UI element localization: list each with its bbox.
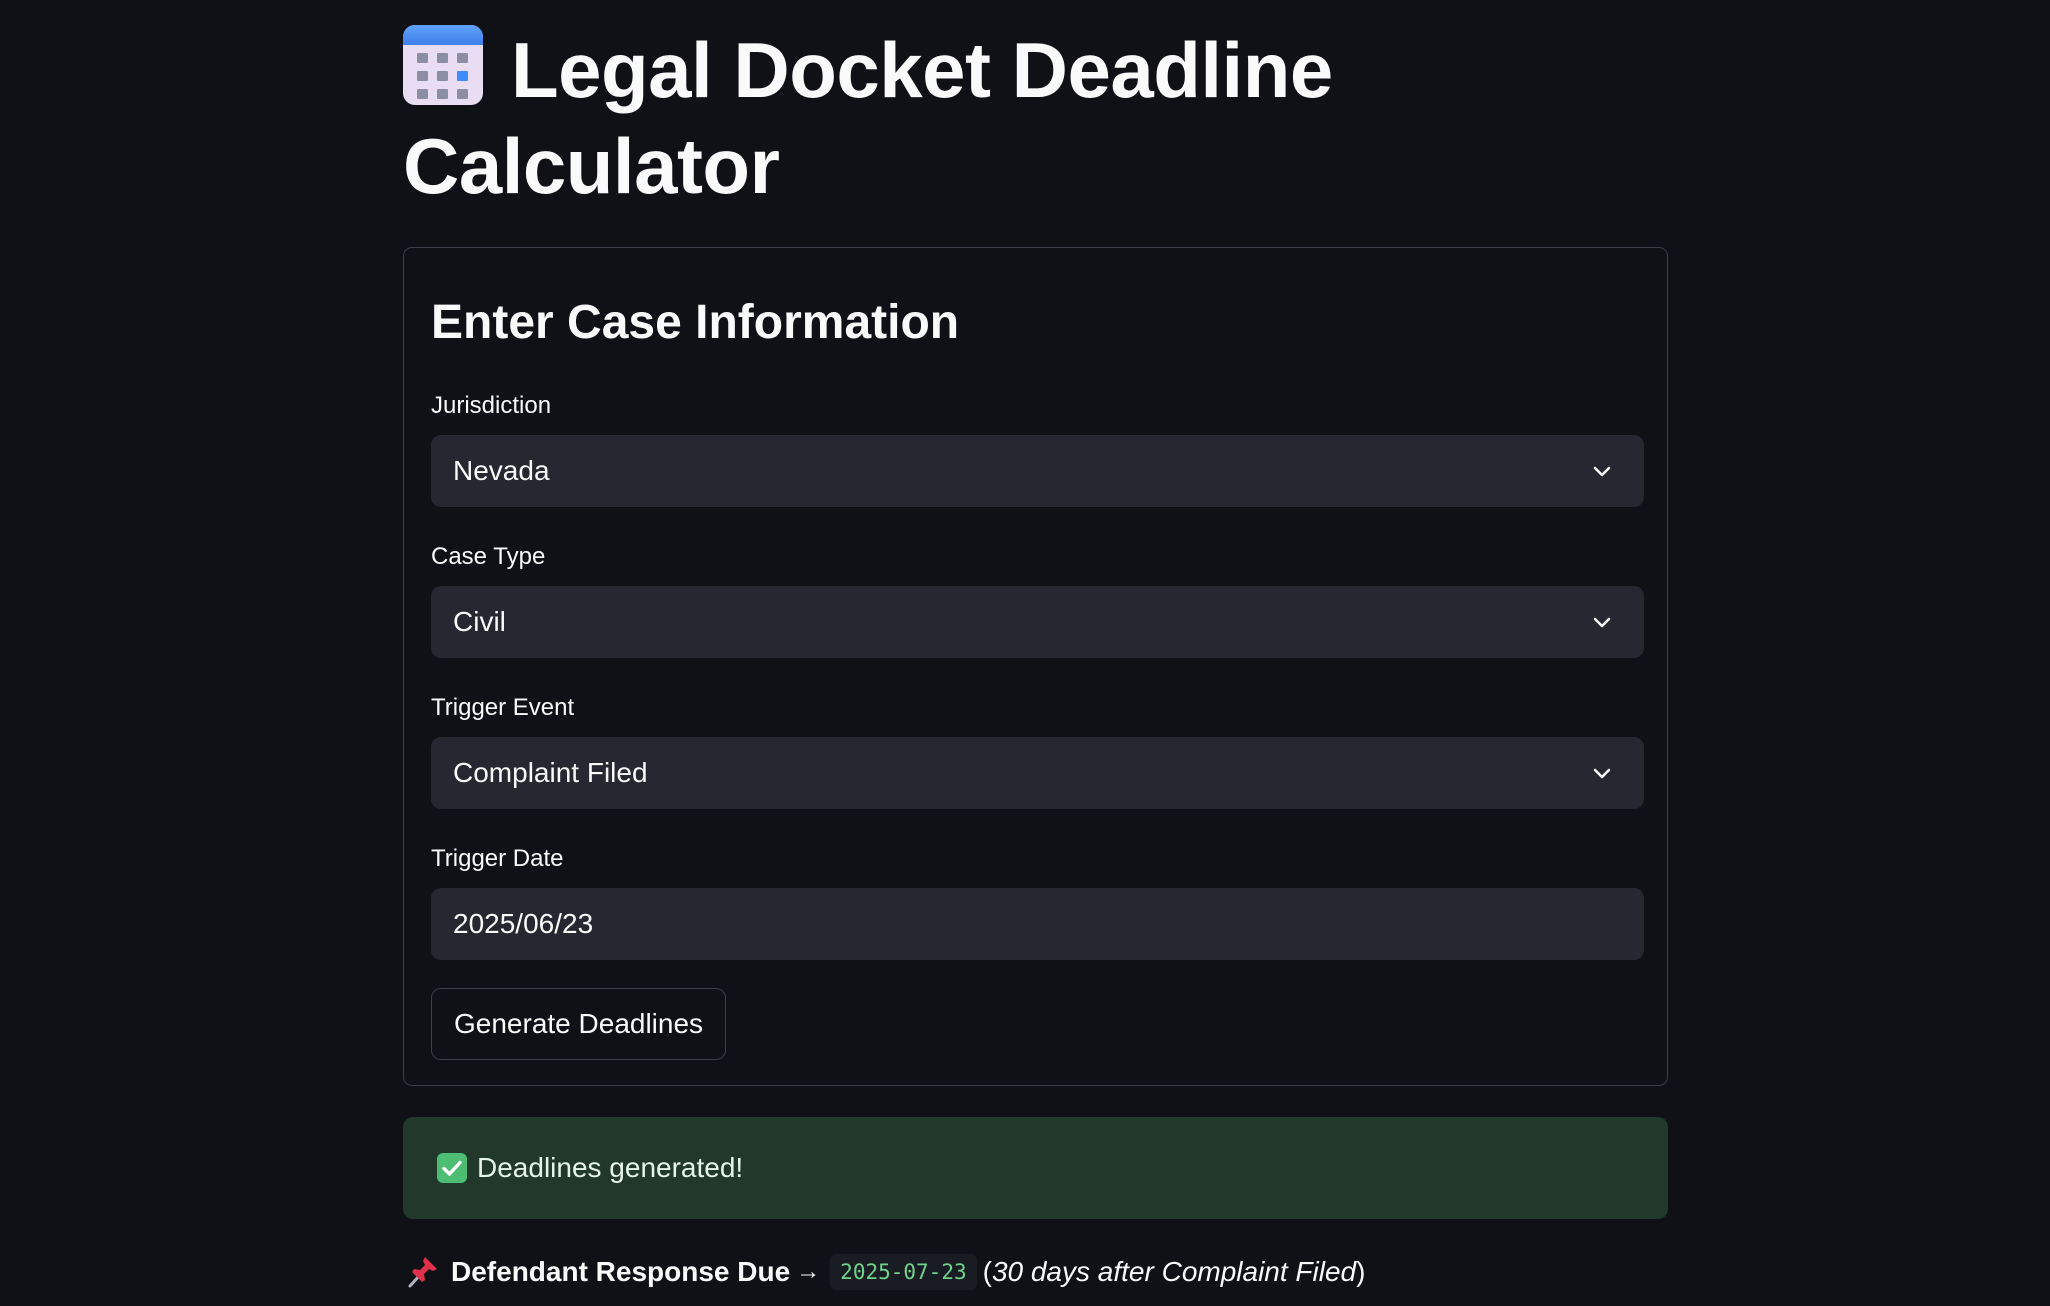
trigger-event-label: Trigger Event bbox=[431, 694, 575, 721]
trigger-event-select[interactable]: Complaint Filed bbox=[431, 737, 1644, 809]
deadline-item: Defendant Response Due → 2025-07-23 (30 … bbox=[407, 1250, 1365, 1294]
case-form bbox=[403, 247, 1668, 1086]
case-type-select[interactable]: Civil bbox=[431, 586, 1644, 658]
pushpin-icon bbox=[408, 1257, 437, 1288]
deadline-name: Defendant Response Due bbox=[451, 1256, 791, 1287]
page-title: Legal Docket Deadline Calculator bbox=[403, 22, 1403, 214]
chevron-down-icon bbox=[1593, 617, 1611, 628]
trigger-date-label: Trigger Date bbox=[431, 845, 564, 872]
jurisdiction-value: Nevada bbox=[453, 455, 550, 486]
chevron-down-icon bbox=[1593, 768, 1611, 779]
deadline-date: 2025-07-23 bbox=[830, 1254, 977, 1290]
calendar-icon bbox=[403, 25, 483, 105]
alert-text: Deadlines generated! bbox=[477, 1152, 744, 1183]
trigger-date-input[interactable]: 2025/06/23 bbox=[431, 888, 1644, 960]
trigger-event-value: Complaint Filed bbox=[453, 757, 648, 788]
open-paren: ( bbox=[982, 1256, 992, 1287]
check-icon bbox=[437, 1153, 467, 1183]
case-type-label: Case Type bbox=[431, 543, 546, 570]
jurisdiction-select[interactable]: Nevada bbox=[431, 435, 1644, 507]
success-alert: Deadlines generated! bbox=[403, 1117, 1668, 1219]
arrow-icon: → bbox=[796, 1258, 821, 1285]
page-title-text: Legal Docket Deadline Calculator bbox=[403, 26, 1333, 210]
generate-deadlines-button[interactable]: Generate Deadlines bbox=[431, 988, 727, 1060]
deadline-note: 30 days after Complaint Filed bbox=[991, 1256, 1357, 1287]
chevron-down-icon bbox=[1593, 466, 1611, 477]
jurisdiction-label: Jurisdiction bbox=[431, 392, 552, 419]
trigger-date-value: 2025/06/23 bbox=[453, 908, 594, 939]
close-paren: ) bbox=[1356, 1256, 1366, 1287]
case-type-value: Civil bbox=[453, 606, 506, 637]
form-heading: Enter Case Information bbox=[431, 296, 960, 349]
